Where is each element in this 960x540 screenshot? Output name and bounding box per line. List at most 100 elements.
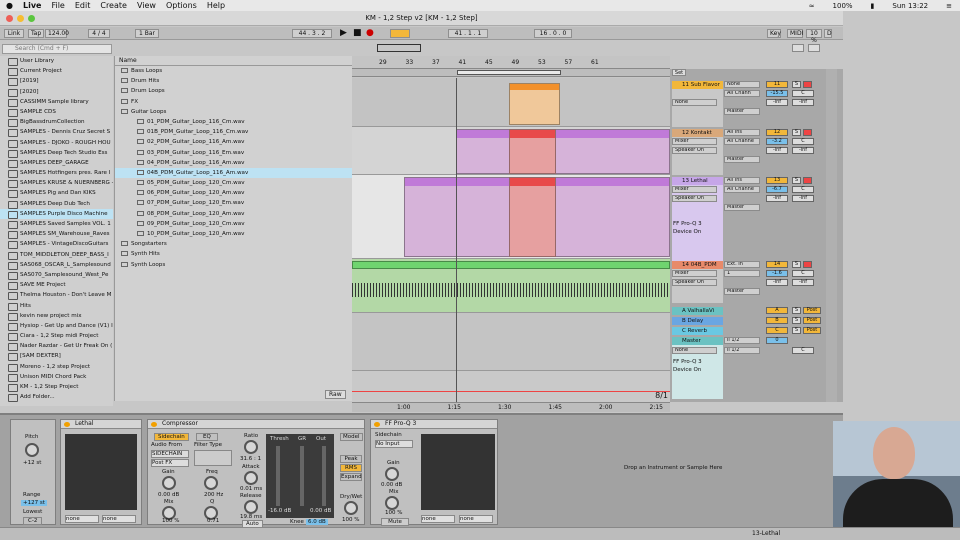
place-item[interactable]: SAMPLES Saved Samples VOL. 1	[0, 219, 113, 230]
track-output-select[interactable]: Speaker On	[672, 279, 717, 286]
minimize-window-button[interactable]	[17, 15, 24, 22]
clip-kontakt-red[interactable]	[509, 129, 556, 174]
arm-button[interactable]	[803, 177, 812, 184]
place-item[interactable]: kevin new project mix	[0, 311, 113, 321]
compressor-meter-panel[interactable]: Thresh GR Out -16.0 dB 0.00 dB	[266, 434, 334, 518]
release-knob[interactable]	[244, 500, 258, 514]
return-post-button[interactable]: Post	[803, 327, 821, 334]
place-item[interactable]: SAMPLES - Dennis Cruz Secret S	[0, 127, 113, 138]
browser-item[interactable]: 02_PDM_Guitar_Loop_116_Am.wav	[115, 137, 352, 147]
place-item[interactable]: Add Folder...	[0, 392, 113, 403]
lethal-display[interactable]	[65, 434, 137, 510]
place-item[interactable]: SAMPLES Deep Tech Studio Ess	[0, 148, 113, 158]
output-select[interactable]: Master	[724, 288, 760, 295]
return-solo-button[interactable]: S	[792, 317, 801, 324]
freq-value[interactable]: 200 Hz	[204, 492, 223, 498]
time-ruler[interactable]: 1:00 1:15 1:30 1:45 2:00 2:15	[352, 402, 670, 412]
return-post-button[interactable]: Post	[803, 307, 821, 314]
threshold-slider[interactable]	[276, 446, 280, 506]
track-number[interactable]: 14	[766, 261, 788, 268]
place-item[interactable]: User Library	[0, 56, 113, 67]
track-volume[interactable]: -3.2	[766, 138, 788, 145]
browser-item[interactable]: Drum Hits	[115, 76, 352, 86]
master-input-select[interactable]: None	[672, 347, 717, 354]
browser-item[interactable]: 10_PDM_Guitar_Loop_120_Am.wav	[115, 229, 352, 239]
pitch-knob[interactable]	[25, 443, 39, 457]
send-b[interactable]: -inf	[792, 99, 814, 106]
proq-sidechain-select[interactable]: No Input	[375, 440, 413, 448]
time-signature[interactable]: 4 / 4	[88, 29, 110, 38]
link-button[interactable]: Link	[4, 29, 24, 38]
browser-item[interactable]: Synth Loops	[115, 260, 352, 270]
browser-item[interactable]: Bass Loops	[115, 66, 352, 76]
place-item[interactable]: Hysiop - Get Up and Dance (V1) I	[0, 321, 113, 332]
menu-view[interactable]: View	[137, 1, 156, 10]
bar-ruler[interactable]: 29 33 37 41 45 49 53 57 61	[352, 56, 670, 69]
set-button[interactable]: Set	[672, 69, 686, 76]
place-item[interactable]: Thelma Houston - Don't Leave M	[0, 290, 113, 301]
record-icon[interactable]: ●	[366, 28, 374, 38]
send-b[interactable]: -inf	[792, 147, 814, 154]
master-volume[interactable]: 0	[766, 337, 788, 344]
proq-mix-knob[interactable]	[385, 496, 399, 510]
place-item[interactable]: SAMPLES DEEP_GARAGE	[0, 158, 113, 169]
stop-icon[interactable]: ■	[353, 28, 362, 38]
track-volume[interactable]: -15.5	[766, 90, 788, 97]
clip-kontakt[interactable]	[456, 129, 670, 174]
browser-item[interactable]: Synth Hits	[115, 249, 352, 259]
freq-knob[interactable]	[204, 476, 218, 490]
input-type-select[interactable]: All Ins	[724, 177, 760, 184]
menu-edit[interactable]: Edit	[75, 1, 91, 10]
track-number[interactable]: 13	[766, 177, 788, 184]
apple-icon[interactable]: ●	[6, 1, 13, 10]
output-select[interactable]: Master	[724, 204, 760, 211]
input-type-select[interactable]: None	[724, 81, 760, 88]
lane-returns[interactable]	[352, 312, 670, 370]
place-item[interactable]: SAMPLES Deep Dub Tech	[0, 199, 113, 209]
overview-strip[interactable]	[352, 41, 820, 54]
send-a[interactable]: -inf	[766, 147, 788, 154]
browser-item[interactable]: 05_PDM_Guitar_Loop_120_Cm.wav	[115, 178, 352, 188]
place-item[interactable]: Hits	[0, 301, 113, 311]
raw-button[interactable]: Raw	[325, 390, 346, 399]
proq-gain-knob[interactable]	[385, 467, 399, 481]
browser-item[interactable]: Songstarters	[115, 239, 352, 249]
browser-item[interactable]: 03_PDM_Guitar_Loop_116_Em.wav	[115, 148, 352, 158]
proq-gain-value[interactable]: 0.00 dB	[381, 482, 402, 488]
place-item[interactable]: SAMPLE CDS	[0, 107, 113, 118]
place-item[interactable]: Unison MIDI Chord Pack	[0, 372, 113, 382]
solo-button[interactable]: S	[792, 177, 801, 184]
proq-display[interactable]	[421, 434, 495, 510]
track-input-select[interactable]: None	[672, 99, 717, 106]
lethal-select-2[interactable]: none	[102, 515, 136, 523]
place-item[interactable]: Current Project	[0, 66, 113, 77]
track-pan[interactable]: C	[792, 90, 814, 97]
attack-knob[interactable]	[244, 471, 258, 485]
return-post-button[interactable]: Post	[803, 317, 821, 324]
output-slider[interactable]	[322, 446, 326, 506]
ratio-value[interactable]: 31.6 : 1	[240, 456, 261, 462]
loop-start[interactable]: 41 . 1 . 1	[448, 29, 488, 38]
expand-button[interactable]: Expand	[340, 473, 362, 481]
track-name[interactable]: 14 04B_PDM	[672, 261, 723, 269]
input-channel-select[interactable]: All Channe	[724, 138, 760, 145]
gain-value[interactable]: 0.00 dB	[158, 492, 179, 498]
lane-kontakt[interactable]	[352, 126, 670, 174]
tempo-field[interactable]: 124.00	[45, 29, 69, 38]
output-select[interactable]: Master	[724, 156, 760, 163]
browser-item[interactable]: Drum Loops	[115, 86, 352, 96]
sidechain-toggle[interactable]: Sidechain	[154, 433, 189, 441]
lane-master[interactable]	[352, 370, 670, 402]
wifi-icon[interactable]: ≈	[809, 2, 815, 10]
return-letter[interactable]: A	[766, 307, 788, 314]
close-window-button[interactable]	[6, 15, 13, 22]
tap-button[interactable]: Tap	[28, 29, 44, 38]
arm-button[interactable]	[803, 261, 812, 268]
place-item[interactable]: SAMPLES Pig and Dan KIKS	[0, 188, 113, 199]
master-output-select[interactable]: ii 1/2	[724, 337, 760, 344]
place-item[interactable]: SAMPLES Hotfingers pres. Rare I	[0, 168, 113, 179]
eq-toggle[interactable]: EQ	[196, 433, 218, 441]
clock[interactable]: Sun 13:22	[892, 2, 928, 10]
quantize-select[interactable]: 1 Bar	[135, 29, 159, 38]
output-select[interactable]: Master	[724, 108, 760, 115]
